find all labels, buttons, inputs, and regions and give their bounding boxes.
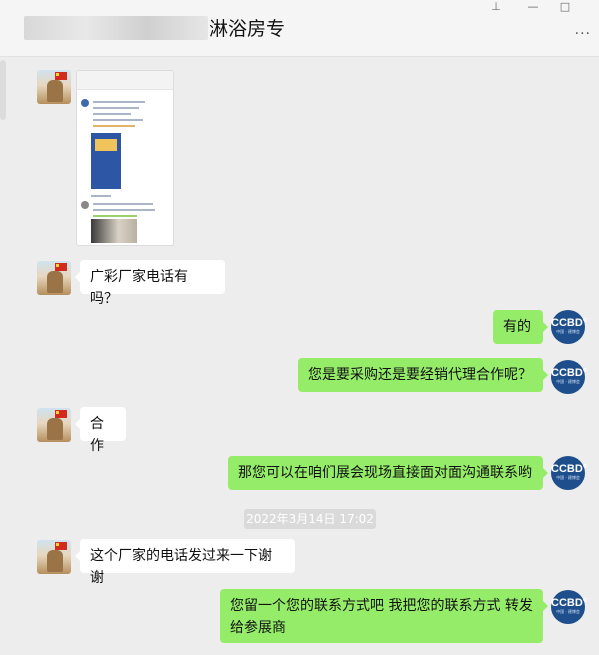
- message-bubble: 有的: [493, 310, 548, 344]
- message-bubble: 合作: [75, 407, 126, 454]
- minimize-icon[interactable]: —: [523, 0, 543, 13]
- ccbd-logo: CCBD°: [551, 367, 588, 379]
- ccbd-logo-sub: 中国 · 建博会: [556, 329, 580, 334]
- ccbd-logo: CCBD°: [551, 317, 588, 329]
- message-bubble: 那您可以在咱们展会现场直接面对面沟通联系哟: [228, 456, 548, 490]
- message-bubble: 您是要采购还是要经销代理合作呢？: [298, 358, 548, 392]
- user-avatar[interactable]: [37, 261, 71, 295]
- chat-title: 淋浴房专: [209, 18, 286, 40]
- pin-icon[interactable]: ⊥: [486, 0, 506, 13]
- scrollbar[interactable]: [0, 60, 6, 120]
- ccbd-logo-sub: 中国 · 建博会: [556, 475, 580, 480]
- ccbd-logo: CCBD°: [551, 463, 588, 475]
- user-avatar[interactable]: [37, 70, 71, 104]
- user-avatar[interactable]: [37, 408, 71, 442]
- message-bubble: 您留一个您的联系方式吧 我把您的联系方式 转发给参展商: [220, 589, 548, 643]
- message-bubble: 广彩厂家电话有吗？: [75, 260, 225, 307]
- ccbd-avatar[interactable]: CCBD° 中国 · 建博会: [551, 310, 588, 344]
- ccbd-logo: CCBD°: [551, 597, 588, 609]
- image-message[interactable]: [76, 70, 174, 246]
- maximize-icon[interactable]: □: [555, 0, 575, 13]
- blurred-contact-name: [24, 16, 208, 40]
- message-bubble: 这个厂家的电话发过来一下谢谢: [75, 539, 295, 586]
- ccbd-avatar[interactable]: CCBD° 中国 · 建博会: [551, 456, 588, 490]
- chat-header: 淋浴房专 ⊥ — □ ···: [0, 0, 599, 57]
- ccbd-logo-sub: 中国 · 建博会: [556, 609, 580, 614]
- ccbd-avatar[interactable]: CCBD° 中国 · 建博会: [551, 590, 588, 624]
- ccbd-logo-sub: 中国 · 建博会: [556, 379, 580, 384]
- user-avatar[interactable]: [37, 540, 71, 574]
- more-options-icon[interactable]: ···: [575, 26, 591, 42]
- timestamp: 2022年3月14日 17:02: [244, 509, 376, 529]
- ccbd-avatar[interactable]: CCBD° 中国 · 建博会: [551, 360, 588, 394]
